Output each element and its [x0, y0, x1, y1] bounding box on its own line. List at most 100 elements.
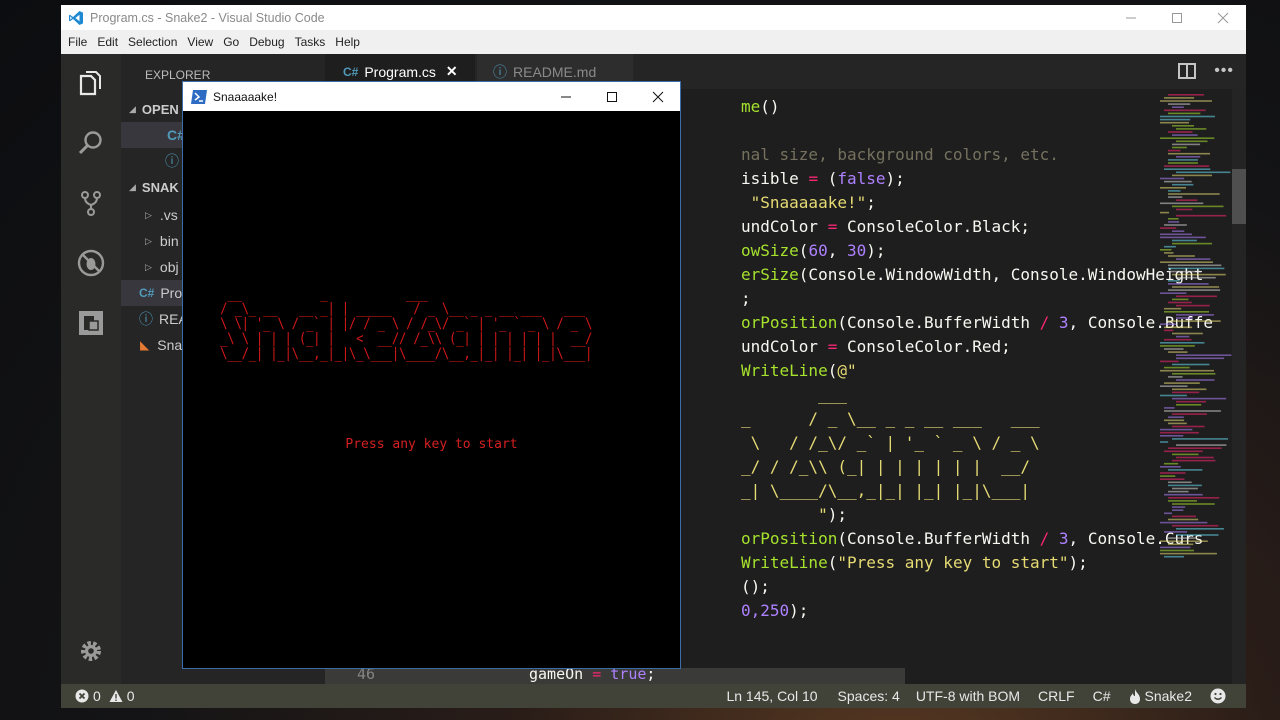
minimap-line [1176, 258, 1211, 260]
console-close-button[interactable] [635, 82, 681, 111]
menu-help[interactable]: Help [330, 35, 365, 49]
explorer-button[interactable] [76, 68, 106, 98]
scrollbar-thumb[interactable] [1232, 169, 1246, 224]
flame-icon [1129, 688, 1140, 704]
console-title: Snaaaaake! [213, 89, 278, 104]
minimize-button[interactable] [1108, 5, 1154, 30]
csharp-icon: C# [139, 286, 155, 300]
minimap-line [1160, 540, 1208, 542]
menu-tasks[interactable]: Tasks [290, 35, 331, 49]
minimap-line [1172, 242, 1212, 245]
minimap-line [1172, 487, 1198, 490]
minimap-line [1176, 214, 1227, 217]
minimap-line [1164, 245, 1176, 248]
editor-scrollbar[interactable] [1232, 89, 1246, 684]
extensions-button[interactable] [76, 308, 106, 338]
more-actions-icon[interactable]: ••• [1214, 62, 1234, 80]
minimap-line [1160, 292, 1187, 294]
vscode-logo-icon [69, 10, 83, 25]
minimap-line [1172, 134, 1198, 136]
press-key-prompt: Press any key to start [345, 437, 518, 452]
code-line: orPosition(Console.BufferWidth / 3, Cons… [741, 529, 1204, 548]
minimap-line [1168, 422, 1187, 425]
minimap-line [1172, 413, 1208, 415]
code-line: ___ [741, 385, 847, 404]
minimap-line [1168, 537, 1196, 539]
expanded-triangle-icon: ◢ [129, 103, 136, 114]
minimap-line [1164, 168, 1211, 170]
minimap-line [1164, 338, 1192, 341]
end-of-line[interactable]: CRLF [1038, 688, 1075, 704]
minimap-line [1164, 307, 1182, 310]
minimap-line [1160, 428, 1193, 431]
indentation[interactable]: Spaces: 4 [838, 688, 900, 704]
console-window: Snaaaaake! __ _ ___ / _\_ __ __ _| | ___… [182, 81, 681, 669]
tab-close-icon[interactable]: ✕ [446, 63, 458, 80]
feedback-button[interactable] [1210, 688, 1226, 704]
code-line: WriteLine("Press any key to start"); [741, 553, 1088, 572]
minimap-line [1160, 431, 1199, 434]
powershell-icon [191, 89, 207, 104]
snake-game-ascii-title: __ _ ___ / _\_ __ __ _| | _____ / _ \__ … [220, 286, 593, 362]
menu-selection[interactable]: Selection [123, 35, 182, 49]
cursor-position[interactable]: Ln 145, Col 10 [726, 688, 817, 704]
minimap-line [1160, 521, 1208, 524]
minimap-line [1160, 478, 1185, 480]
project-selector[interactable]: Snake2 [1129, 688, 1192, 704]
code-line: undColor = ConsoleColor.Black; [741, 217, 1030, 236]
minimap-line [1168, 416, 1184, 418]
info-icon: ⓘ [493, 63, 507, 80]
console-title-bar[interactable]: Snaaaaake! [183, 82, 680, 111]
minimize-icon [1126, 17, 1136, 18]
code-line: WriteLine(@" [741, 361, 857, 380]
code-line: "); [741, 505, 847, 524]
minimap-line [1176, 314, 1214, 316]
menu-file[interactable]: File [63, 35, 92, 49]
minimap-line [1172, 506, 1186, 508]
minimap-line [1164, 450, 1203, 453]
console-minimize-button[interactable] [543, 82, 589, 111]
minimap-line [1168, 490, 1189, 493]
code-line: me() [741, 97, 780, 116]
minimap-line [1172, 373, 1216, 375]
minimap-line [1160, 342, 1205, 344]
search-button[interactable] [76, 128, 106, 158]
minimap-line [1164, 462, 1179, 465]
code-line: _| \____/\__,_|_| |_| |_|\___| [741, 481, 1030, 500]
minimap-line [1164, 493, 1203, 496]
minimap-line [1168, 264, 1222, 267]
language-mode[interactable]: C# [1093, 688, 1111, 704]
minimap-line [1160, 187, 1186, 189]
console-maximize-button[interactable] [589, 82, 635, 111]
close-button[interactable] [1200, 5, 1246, 30]
error-icon [75, 689, 89, 703]
minimap-line [1160, 177, 1185, 180]
menu-go[interactable]: Go [218, 35, 244, 49]
minimap[interactable] [1156, 94, 1236, 564]
minimap-line [1160, 211, 1170, 214]
explorer-header: EXPLORER [145, 68, 211, 82]
minimap-line [1164, 165, 1210, 167]
maximize-button[interactable] [1154, 5, 1200, 30]
minimap-line [1168, 190, 1181, 192]
minimap-line [1168, 131, 1193, 133]
minimap-line [1168, 94, 1205, 96]
problems-indicator[interactable]: 0 0 [75, 688, 135, 704]
menu-debug[interactable]: Debug [244, 35, 289, 49]
minimap-line [1160, 369, 1215, 372]
rss-icon: ◣ [140, 338, 150, 352]
source-control-button[interactable] [76, 188, 106, 218]
debug-button[interactable] [76, 248, 106, 278]
minimap-line [1172, 273, 1226, 276]
minimap-line [1160, 249, 1172, 251]
minimap-line [1160, 345, 1195, 347]
encoding[interactable]: UTF-8 with BOM [916, 688, 1020, 704]
code-line: isible = (false); [741, 169, 905, 188]
settings-button[interactable] [76, 636, 106, 666]
minimap-line [1160, 546, 1191, 549]
split-editor-button[interactable] [1178, 63, 1196, 84]
minimap-line [1164, 348, 1184, 350]
menu-view[interactable]: View [182, 35, 218, 49]
menu-edit[interactable]: Edit [92, 35, 123, 49]
source-control-icon [81, 191, 101, 216]
